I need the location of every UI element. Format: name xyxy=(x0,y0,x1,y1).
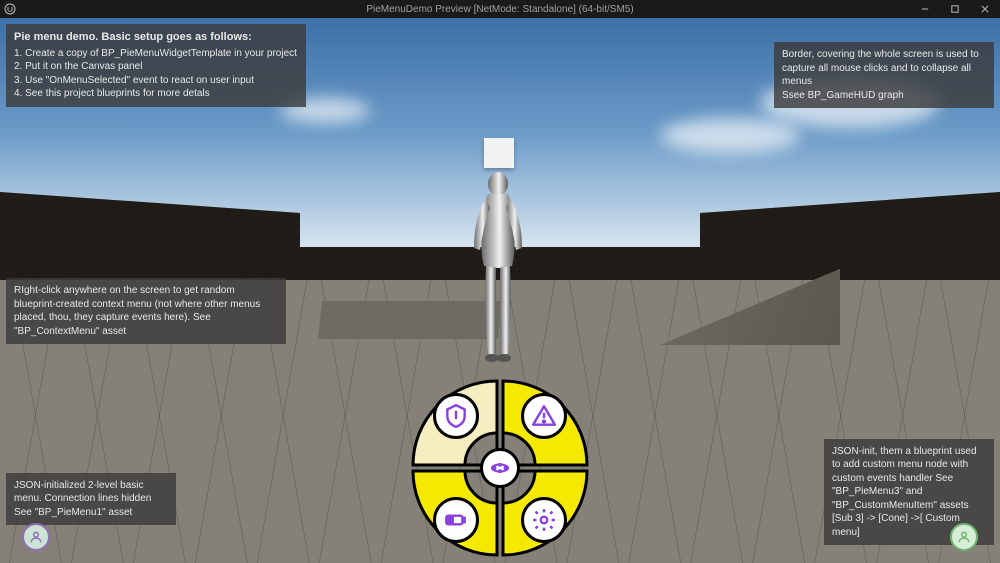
hud-border-info: Border, covering the whole screen is use… xyxy=(774,42,994,108)
close-button[interactable] xyxy=(970,0,1000,18)
window-controls xyxy=(910,0,1000,18)
hud-instructions-line: 3. Use "OnMenuSelected" event to react o… xyxy=(14,74,298,88)
user-icon xyxy=(957,530,971,544)
gear-icon xyxy=(531,507,557,533)
pie-menu xyxy=(405,373,595,563)
avatar-button-left[interactable] xyxy=(22,523,50,551)
hud-instructions-title: Pie menu demo. Basic setup goes as follo… xyxy=(14,30,298,45)
hud-piemenu1-info: JSON-initialized 2-level basic menu. Con… xyxy=(6,473,176,526)
maximize-button[interactable] xyxy=(940,0,970,18)
cloud xyxy=(660,118,800,153)
hud-instructions: Pie menu demo. Basic setup goes as follo… xyxy=(6,24,306,107)
hud-border-line: Ssee BP_GameHUD graph xyxy=(782,89,986,103)
game-viewport[interactable]: Pie menu demo. Basic setup goes as follo… xyxy=(0,18,1000,563)
mesh-icon xyxy=(489,457,511,479)
window-title: PieMenuDemo Preview [NetMode: Standalone… xyxy=(0,4,1000,15)
hud-instructions-line: 4. See this project blueprints for more … xyxy=(14,87,298,101)
minimize-button[interactable] xyxy=(910,0,940,18)
hud-contextmenu-info: RIght-click anywhere on the screen to ge… xyxy=(6,278,286,344)
hud-instructions-line: 2. Put it on the Canvas panel xyxy=(14,60,298,74)
hud-border-line: Border, covering the whole screen is use… xyxy=(782,48,986,89)
title-bar: PieMenuDemo Preview [NetMode: Standalone… xyxy=(0,0,1000,18)
app-window: PieMenuDemo Preview [NetMode: Standalone… xyxy=(0,0,1000,563)
scene-cube-marker xyxy=(484,138,514,168)
player-mannequin xyxy=(462,168,534,368)
pie-menu-center[interactable] xyxy=(480,448,520,488)
hud-instructions-line: 1. Create a copy of BP_PieMenuWidgetTemp… xyxy=(14,47,298,61)
user-icon xyxy=(29,530,43,544)
avatar-button-right[interactable] xyxy=(950,523,978,551)
pie-slice-icon-wrap xyxy=(521,497,567,543)
